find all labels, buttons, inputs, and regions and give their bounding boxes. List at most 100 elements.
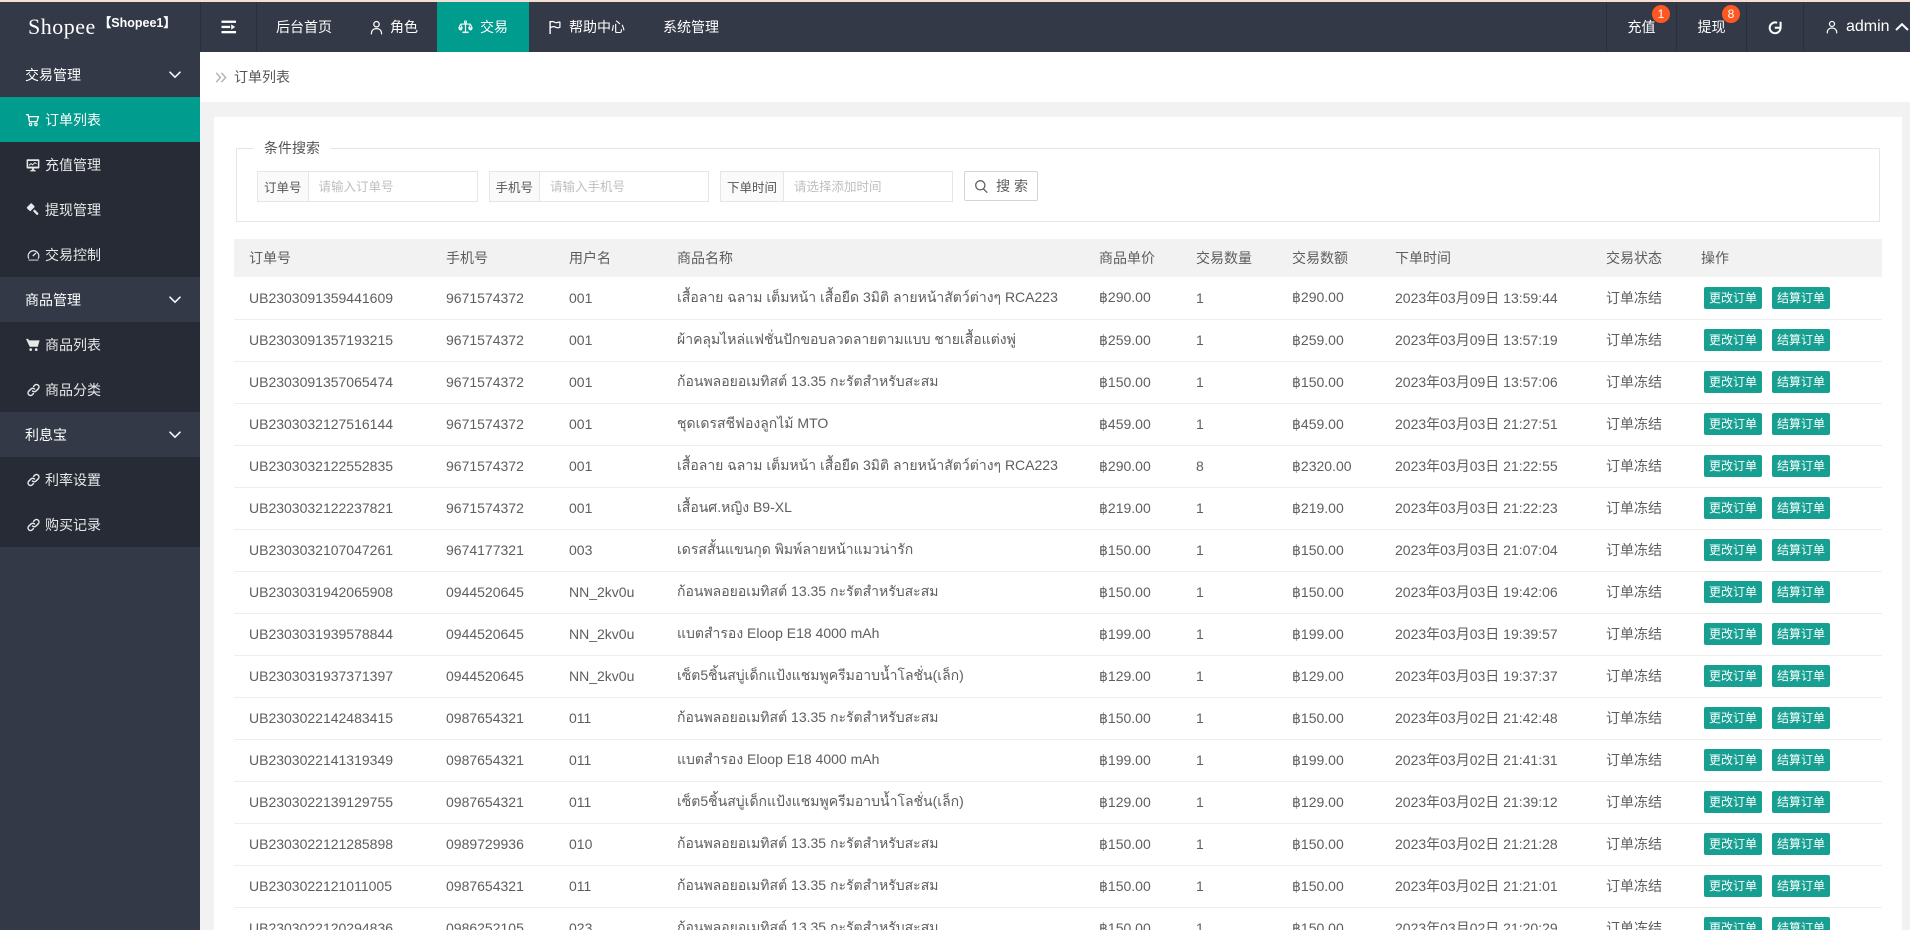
modify-order-button[interactable]: 更改订单 bbox=[1704, 623, 1762, 645]
recharge-button[interactable]: 充值 1 bbox=[1606, 2, 1676, 52]
settle-order-button[interactable]: 结算订单 bbox=[1772, 833, 1830, 855]
sidebar-item-订单列表[interactable]: 订单列表 bbox=[0, 97, 200, 142]
cell-qty: 1 bbox=[1181, 529, 1277, 572]
topbar: Shopee 【Shopee1】 后台首页 角色 交易 帮助中心 系统管理 充值… bbox=[0, 2, 1910, 52]
sidebar-item-商品分类[interactable]: 商品分类 bbox=[0, 367, 200, 412]
cell-order-no: UB2303091359441609 bbox=[234, 277, 431, 320]
settle-order-button[interactable]: 结算订单 bbox=[1772, 581, 1830, 603]
col-header-qty: 交易数量 bbox=[1181, 239, 1277, 277]
cell-product: ก้อนพลอยอเมทิสต์ 13.35 กะรัตสำหรับสะสม bbox=[662, 823, 1084, 866]
table-row: UB2303091357193215 9671574372 001 ผ้าคลุมไห… bbox=[234, 319, 1882, 362]
sidebar-group-label: 交易管理 bbox=[25, 66, 81, 83]
cell-product: ก้อนพลอยอเมทิสต์ 13.35 กะรัตสำหรับสะสม bbox=[662, 907, 1084, 930]
sidebar-group-商品管理[interactable]: 商品管理 bbox=[0, 277, 200, 322]
modify-order-button[interactable]: 更改订单 bbox=[1704, 833, 1762, 855]
cell-time: 2023年03月02日 21:41:31 bbox=[1380, 739, 1591, 782]
cell-product: เสื้อนศ.หญิง B9-XL bbox=[662, 487, 1084, 530]
admin-menu[interactable]: admin bbox=[1803, 2, 1910, 52]
settle-order-button[interactable]: 结算订单 bbox=[1772, 749, 1830, 771]
settle-order-button[interactable]: 结算订单 bbox=[1772, 707, 1830, 729]
sidebar-group-交易管理[interactable]: 交易管理 bbox=[0, 52, 200, 97]
cell-username: 011 bbox=[554, 865, 662, 908]
settle-order-button[interactable]: 结算订单 bbox=[1772, 875, 1830, 897]
top-nav-item-role[interactable]: 角色 bbox=[351, 2, 437, 52]
sidebar-item-充值管理[interactable]: 充值管理 bbox=[0, 142, 200, 187]
cell-order-no: UB2303032122237821 bbox=[234, 487, 431, 530]
settle-order-button[interactable]: 结算订单 bbox=[1772, 497, 1830, 519]
top-nav: 后台首页 角色 交易 帮助中心 系统管理 bbox=[257, 2, 738, 52]
modify-order-button[interactable]: 更改订单 bbox=[1704, 413, 1762, 435]
top-nav-item-help[interactable]: 帮助中心 bbox=[529, 2, 644, 52]
cell-amount: ฿150.00 bbox=[1277, 361, 1380, 404]
cell-phone: 0987654321 bbox=[431, 739, 554, 782]
settle-order-button[interactable]: 结算订单 bbox=[1772, 917, 1830, 930]
modify-order-button[interactable]: 更改订单 bbox=[1704, 791, 1762, 813]
cell-time: 2023年03月03日 21:22:55 bbox=[1380, 445, 1591, 488]
sidebar-item-商品列表[interactable]: 商品列表 bbox=[0, 322, 200, 367]
search-button[interactable]: 搜 索 bbox=[964, 171, 1039, 201]
cell-status: 订单冻结 bbox=[1591, 781, 1686, 824]
phone-field-group: 手机号 bbox=[488, 171, 710, 202]
settle-order-button[interactable]: 结算订单 bbox=[1772, 665, 1830, 687]
cell-order-no: UB2303022120294836 bbox=[234, 907, 431, 930]
settle-order-button[interactable]: 结算订单 bbox=[1772, 455, 1830, 477]
double-chevron-icon bbox=[215, 72, 227, 83]
modify-order-button[interactable]: 更改订单 bbox=[1704, 371, 1762, 393]
modify-order-button[interactable]: 更改订单 bbox=[1704, 707, 1762, 729]
modify-order-button[interactable]: 更改订单 bbox=[1704, 539, 1762, 561]
table-row: UB2303031939578844 0944520645 NN_2kv0u แบตส… bbox=[234, 613, 1882, 656]
phone-field-label: 手机号 bbox=[488, 171, 540, 202]
cell-order-no: UB2303022139129755 bbox=[234, 781, 431, 824]
admin-user-icon bbox=[1826, 20, 1838, 34]
collapse-sidebar-button[interactable] bbox=[201, 2, 256, 52]
modify-order-button[interactable]: 更改订单 bbox=[1704, 749, 1762, 771]
col-header-amount: 交易数额 bbox=[1277, 239, 1380, 277]
order-no-input[interactable] bbox=[307, 171, 478, 202]
cell-status: 订单冻结 bbox=[1591, 277, 1686, 320]
top-nav-item-trade[interactable]: 交易 bbox=[437, 2, 529, 52]
settle-order-button[interactable]: 结算订单 bbox=[1772, 371, 1830, 393]
sidebar-item-购买记录[interactable]: 购买记录 bbox=[0, 502, 200, 547]
sidebar-item-icon bbox=[25, 248, 41, 262]
sidebar-group-利息宝[interactable]: 利息宝 bbox=[0, 412, 200, 457]
admin-username: admin bbox=[1846, 18, 1890, 35]
modify-order-button[interactable]: 更改订单 bbox=[1704, 329, 1762, 351]
cell-time: 2023年03月03日 21:22:23 bbox=[1380, 487, 1591, 530]
settle-order-button[interactable]: 结算订单 bbox=[1772, 286, 1830, 309]
top-strip bbox=[0, 0, 1910, 2]
top-nav-item-system[interactable]: 系统管理 bbox=[644, 2, 738, 52]
sidebar-item-icon bbox=[25, 202, 41, 217]
table-row: UB2303032107047261 9674177321 003 เดรสสั้นแ… bbox=[234, 529, 1882, 572]
cell-order-no: UB2303031937371397 bbox=[234, 655, 431, 698]
settle-order-button[interactable]: 结算订单 bbox=[1772, 329, 1830, 351]
cell-phone: 9671574372 bbox=[431, 445, 554, 488]
modify-order-button[interactable]: 更改订单 bbox=[1704, 497, 1762, 519]
modify-order-button[interactable]: 更改订单 bbox=[1704, 917, 1762, 930]
table-row: UB2303022121285898 0989729936 010 ก้อนพลอยอ… bbox=[234, 823, 1882, 866]
phone-input[interactable] bbox=[539, 171, 710, 202]
cell-time: 2023年03月02日 21:21:28 bbox=[1380, 823, 1591, 866]
top-nav-item-home[interactable]: 后台首页 bbox=[257, 2, 351, 52]
cell-product: ผ้าคลุมไหล่แฟชั่นปักขอบลวดลายตามแบบ ชายเ… bbox=[662, 319, 1084, 362]
table-row: UB2303031937371397 0944520645 NN_2kv0u เซ็ต… bbox=[234, 655, 1882, 698]
sidebar-item-提现管理[interactable]: 提现管理 bbox=[0, 187, 200, 232]
modify-order-button[interactable]: 更改订单 bbox=[1704, 875, 1762, 897]
sidebar-item-icon bbox=[25, 473, 41, 487]
settle-order-button[interactable]: 结算订单 bbox=[1772, 623, 1830, 645]
modify-order-button[interactable]: 更改订单 bbox=[1704, 286, 1762, 309]
order-time-input[interactable] bbox=[783, 171, 954, 202]
cell-phone: 0986252105 bbox=[431, 907, 554, 930]
settle-order-button[interactable]: 结算订单 bbox=[1772, 791, 1830, 813]
sidebar-item-交易控制[interactable]: 交易控制 bbox=[0, 232, 200, 277]
withdraw-button[interactable]: 提现 8 bbox=[1676, 2, 1746, 52]
modify-order-button[interactable]: 更改订单 bbox=[1704, 455, 1762, 477]
modify-order-button[interactable]: 更改订单 bbox=[1704, 665, 1762, 687]
modify-order-button[interactable]: 更改订单 bbox=[1704, 581, 1762, 603]
settle-order-button[interactable]: 结算订单 bbox=[1772, 413, 1830, 435]
refresh-button[interactable] bbox=[1746, 2, 1803, 52]
sidebar-item-利率设置[interactable]: 利率设置 bbox=[0, 457, 200, 502]
sidebar-item-label: 利率设置 bbox=[45, 471, 101, 488]
settle-order-button[interactable]: 结算订单 bbox=[1772, 539, 1830, 561]
top-nav-home-label: 后台首页 bbox=[276, 19, 332, 35]
cell-username: 001 bbox=[554, 319, 662, 362]
